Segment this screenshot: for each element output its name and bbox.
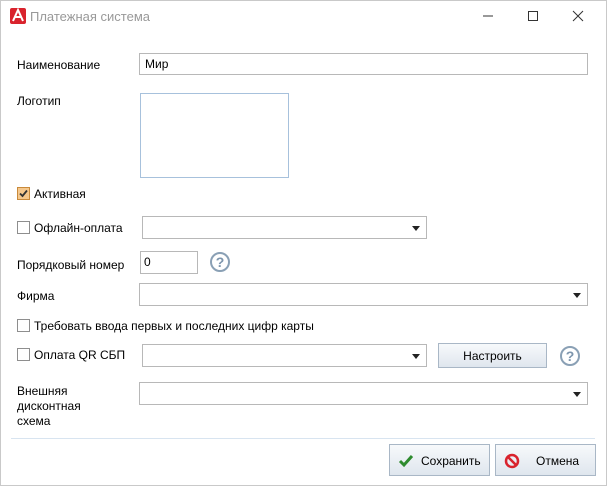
chevron-down-icon (412, 226, 420, 231)
configure-button-label: Настроить (463, 349, 522, 363)
cancel-icon (504, 453, 520, 469)
cancel-button[interactable]: Отмена (495, 444, 596, 476)
window-title: Платежная система (30, 9, 150, 24)
offline-payment-checkbox[interactable] (17, 221, 30, 234)
minimize-button[interactable] (465, 1, 511, 31)
firm-label: Фирма (17, 289, 55, 303)
maximize-button[interactable] (510, 1, 556, 31)
configure-button[interactable]: Настроить (438, 343, 547, 368)
chevron-down-icon (573, 293, 581, 298)
name-label: Наименование (17, 58, 101, 72)
active-checkbox[interactable] (17, 187, 30, 200)
qr-payment-select[interactable] (142, 344, 427, 367)
close-button[interactable] (555, 1, 601, 31)
maximize-icon (528, 11, 538, 21)
title-bar[interactable]: Платежная система (1, 1, 606, 31)
checkmark-icon (398, 455, 414, 468)
require-card-digits-checkbox[interactable] (17, 319, 30, 332)
offline-payment-label: Офлайн-оплата (34, 221, 123, 235)
firm-select[interactable] (139, 283, 588, 306)
name-value: Мир (145, 57, 169, 71)
logo-label: Логотип (17, 94, 61, 108)
order-number-label: Порядковый номер (17, 258, 125, 272)
minimize-icon (483, 15, 493, 17)
chevron-down-icon (412, 354, 420, 359)
cancel-button-label: Отмена (536, 454, 580, 468)
checkmark-icon (19, 189, 28, 198)
offline-payment-select[interactable] (142, 216, 427, 239)
active-label: Активная (34, 187, 86, 201)
order-number-value: 0 (144, 255, 151, 269)
footer-divider (11, 438, 595, 439)
logo-image-box[interactable] (140, 93, 289, 178)
discount-scheme-select[interactable] (139, 382, 588, 405)
dialog-window: Платежная система Наименование Мир Логот… (0, 0, 607, 486)
discount-scheme-label-line: схема (17, 414, 51, 428)
require-card-digits-label: Требовать ввода первых и последних цифр … (34, 319, 314, 333)
discount-scheme-label: Внешняя дисконтная схема (17, 384, 81, 429)
name-input[interactable]: Мир (139, 53, 588, 75)
discount-scheme-label-line: Внешняя (17, 384, 68, 398)
qr-payment-checkbox[interactable] (17, 348, 30, 361)
discount-scheme-label-line: дисконтная (17, 399, 81, 413)
qr-payment-label: Оплата QR СБП (34, 348, 126, 362)
order-number-input[interactable]: 0 (140, 251, 198, 274)
app-logo-icon (10, 7, 26, 24)
chevron-down-icon (573, 392, 581, 397)
help-icon[interactable]: ? (210, 252, 230, 272)
help-icon[interactable]: ? (560, 346, 580, 366)
close-icon (572, 10, 584, 22)
save-button-label: Сохранить (421, 454, 481, 468)
save-button[interactable]: Сохранить (389, 444, 490, 476)
